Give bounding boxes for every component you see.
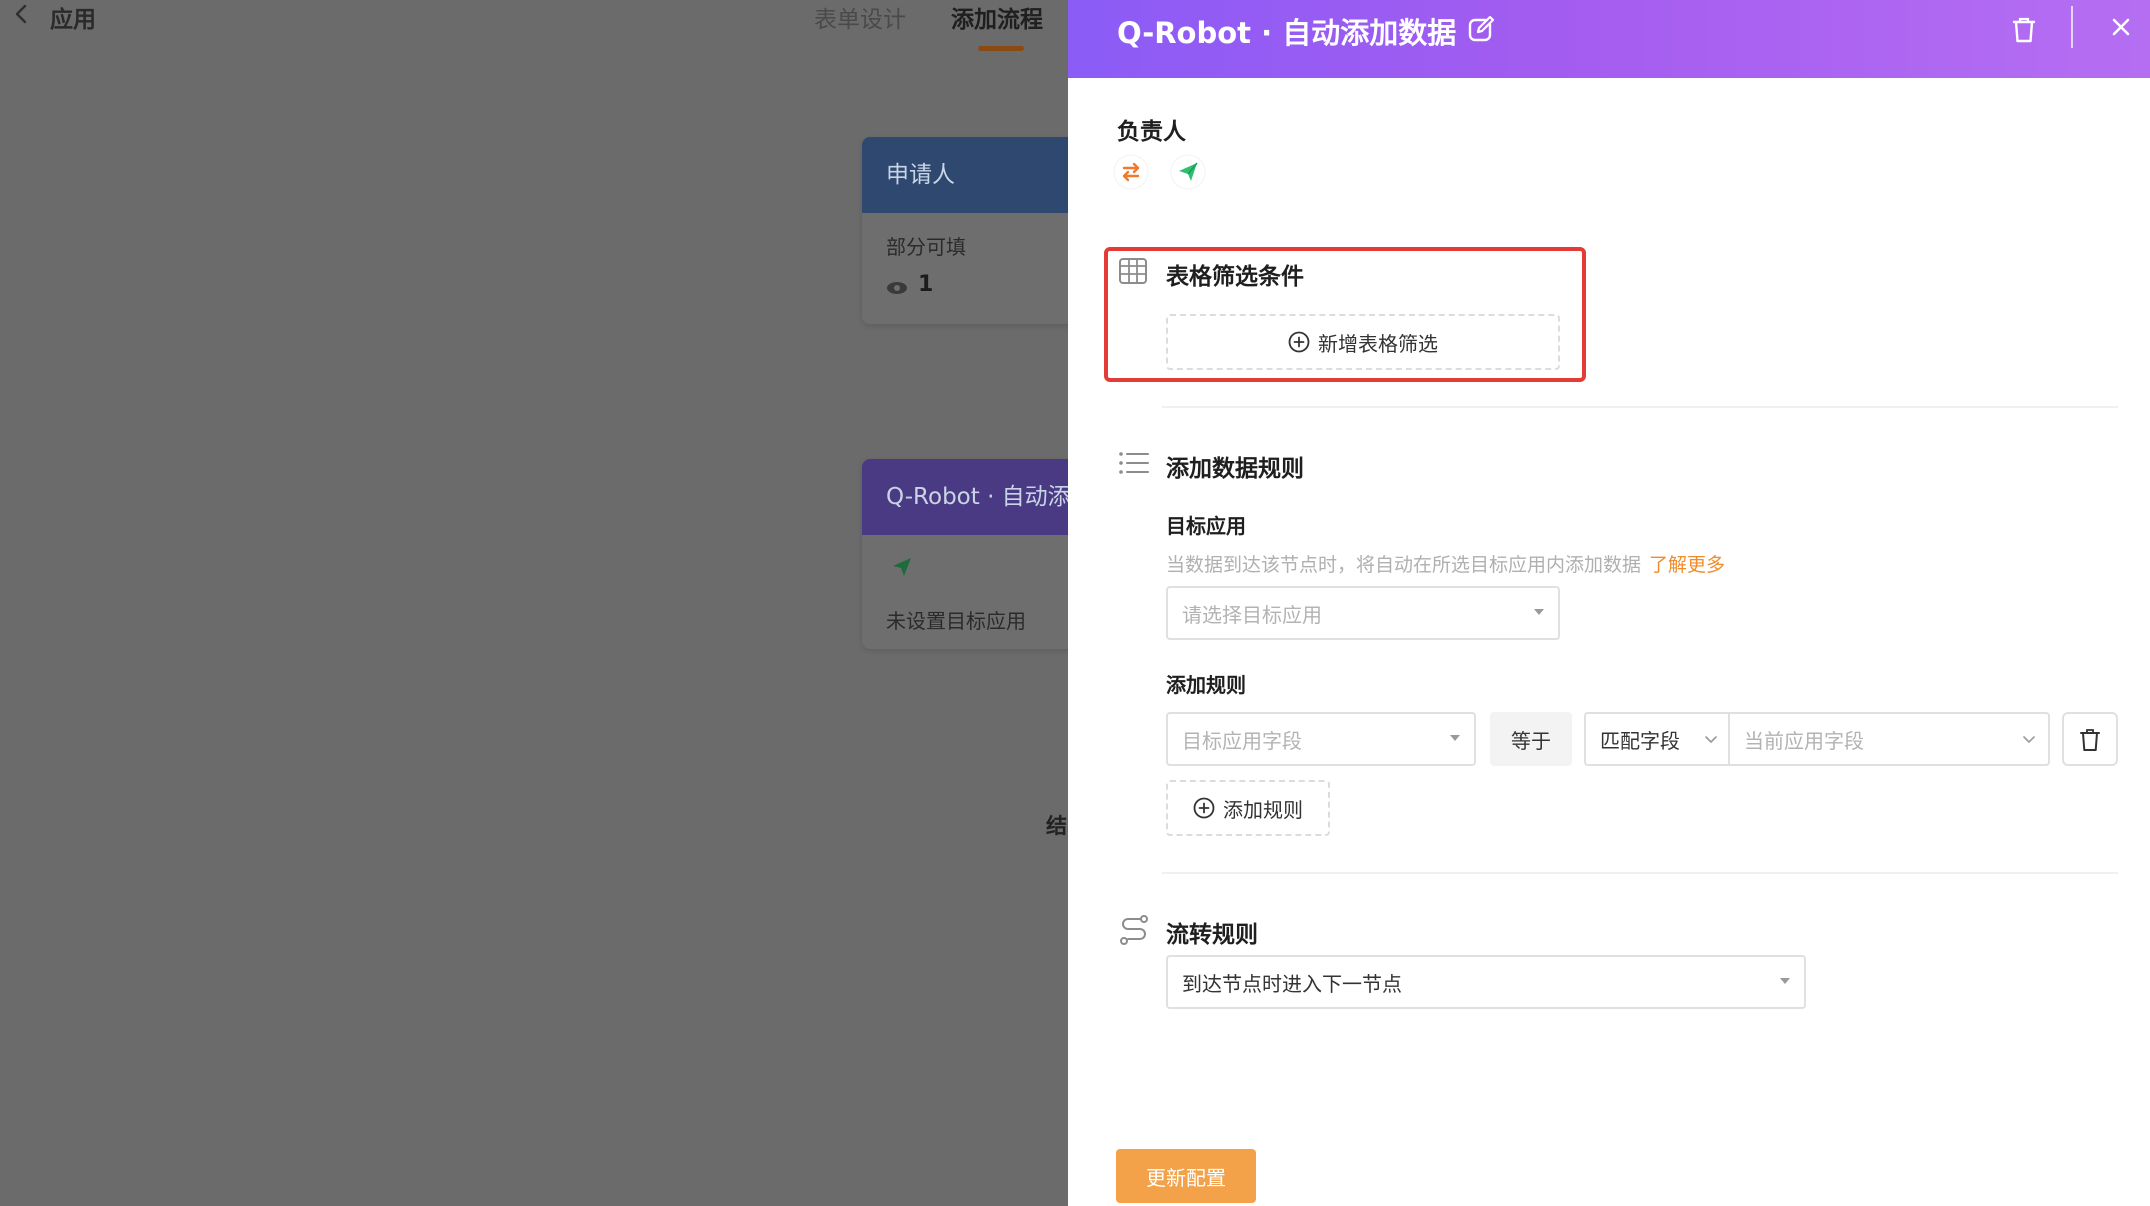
drawer-header: Q-Robot · 自动添加数据 xyxy=(1068,0,2150,78)
filter-section-title: 表格筛选条件 xyxy=(1166,264,1304,290)
flow-node-applicant[interactable]: 申请人 部分可填 1 xyxy=(862,137,1068,324)
table-icon xyxy=(1119,258,1147,284)
tab-add-flow[interactable]: 添加流程 xyxy=(951,0,1043,34)
close-icon[interactable] xyxy=(2108,14,2134,40)
node-subtitle: 部分可填 xyxy=(886,235,966,259)
add-table-filter-button[interactable]: 新增表格筛选 xyxy=(1166,314,1560,370)
operator-equals[interactable]: 等于 xyxy=(1490,712,1572,766)
chevron-left-icon[interactable] xyxy=(10,2,34,26)
add-rule-button-label: 添加规则 xyxy=(1223,797,1303,822)
top-bar: 应用 表单设计 添加流程 xyxy=(0,0,1068,51)
plus-circle-icon xyxy=(1288,331,1310,353)
delete-rule-button[interactable] xyxy=(2062,712,2118,766)
node-count: 1 xyxy=(918,272,934,297)
flow-node-robot[interactable]: Q-Robot · 自动添 未设置目标应用 xyxy=(862,459,1068,649)
send-icon[interactable] xyxy=(1170,154,1206,190)
node-title: Q-Robot · 自动添 xyxy=(862,459,1068,535)
flow-rule-value: 到达节点时进入下一节点 xyxy=(1182,971,1402,996)
swap-icon[interactable] xyxy=(1113,154,1149,190)
edit-icon[interactable] xyxy=(1466,14,1496,44)
target-app-placeholder: 请选择目标应用 xyxy=(1182,602,1322,627)
background-app: 应用 表单设计 添加流程 申请人 部分可填 1 Q-Robot · 自动添 未设… xyxy=(0,0,1068,1206)
target-field-placeholder: 目标应用字段 xyxy=(1182,728,1302,753)
caret-down-icon xyxy=(1450,735,1460,741)
plus-circle-icon xyxy=(1193,797,1215,819)
flow-section-title: 流转规则 xyxy=(1166,922,1258,948)
send-icon xyxy=(893,558,911,576)
chevron-down-icon xyxy=(2023,736,2035,743)
header-divider xyxy=(2071,6,2073,48)
eye-icon xyxy=(887,282,907,294)
rules-section-title: 添加数据规则 xyxy=(1166,456,1304,482)
caret-down-icon xyxy=(1780,978,1790,984)
match-type-value: 匹配字段 xyxy=(1600,728,1680,753)
end-node-label: 结 xyxy=(1046,814,1067,838)
tab-form-design[interactable]: 表单设计 xyxy=(814,0,906,34)
owner-label: 负责人 xyxy=(1117,119,1186,145)
add-rule-label: 添加规则 xyxy=(1166,673,1246,697)
trash-icon[interactable] xyxy=(2010,14,2038,44)
node-title: 申请人 xyxy=(862,137,1068,213)
caret-down-icon xyxy=(1534,609,1544,615)
add-rule-button[interactable]: 添加规则 xyxy=(1166,780,1330,836)
config-drawer: Q-Robot · 自动添加数据 负责人 表格筛选条件 新增表格筛选 添加数据规… xyxy=(1068,0,2150,1206)
drawer-title: Q-Robot · 自动添加数据 xyxy=(1117,16,1457,50)
current-field-placeholder: 当前应用字段 xyxy=(1744,728,1864,753)
target-field-select[interactable]: 目标应用字段 xyxy=(1166,712,1476,766)
target-app-hint: 当数据到达该节点时，将自动在所选目标应用内添加数据 了解更多 xyxy=(1166,550,1725,577)
target-app-label: 目标应用 xyxy=(1166,514,1246,538)
chevron-down-icon xyxy=(1705,736,1717,743)
section-divider xyxy=(1162,872,2118,874)
node-status: 未设置目标应用 xyxy=(886,609,1026,633)
learn-more-link[interactable]: 了解更多 xyxy=(1649,554,1725,576)
flow-route-icon xyxy=(1120,915,1148,945)
match-type-select[interactable]: 匹配字段 xyxy=(1584,712,1730,766)
update-config-button[interactable]: 更新配置 xyxy=(1116,1149,1256,1203)
list-icon xyxy=(1119,452,1149,474)
active-tab-indicator xyxy=(978,46,1024,51)
hint-text: 当数据到达该节点时，将自动在所选目标应用内添加数据 xyxy=(1166,554,1642,576)
current-field-select[interactable]: 当前应用字段 xyxy=(1728,712,2050,766)
flow-rule-select[interactable]: 到达节点时进入下一节点 xyxy=(1166,955,1806,1009)
app-title: 应用 xyxy=(50,7,96,33)
target-app-select[interactable]: 请选择目标应用 xyxy=(1166,586,1560,640)
add-table-filter-label: 新增表格筛选 xyxy=(1318,331,1438,356)
section-divider xyxy=(1162,406,2118,408)
trash-icon xyxy=(2080,729,2100,751)
